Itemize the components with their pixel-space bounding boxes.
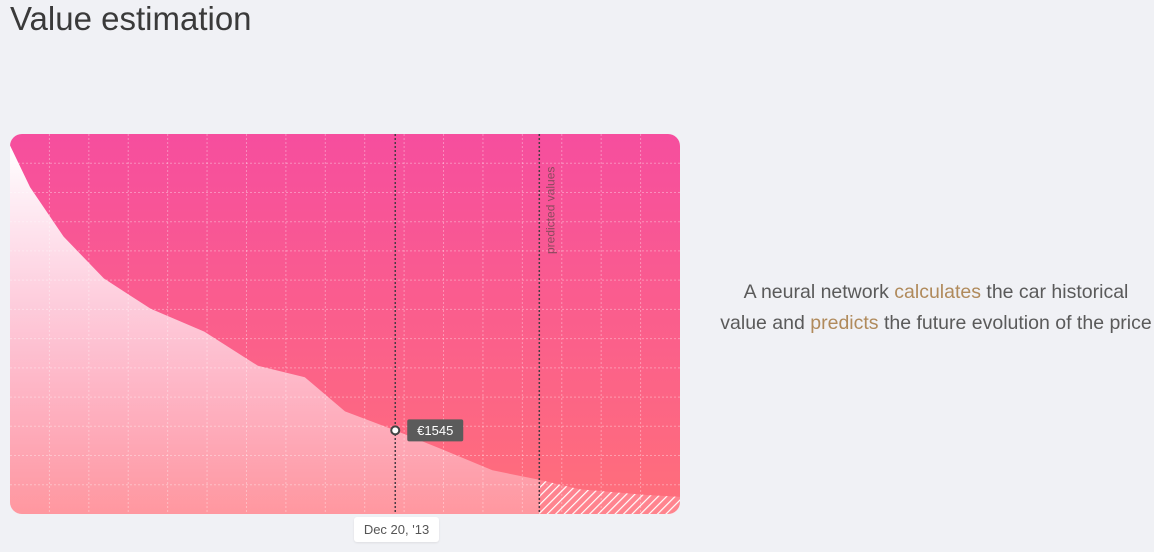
description-part3: the future evolution of the price [878, 312, 1152, 334]
predicted-values-label: predicted values [543, 167, 557, 254]
value-tooltip: €1545 [407, 419, 464, 442]
page-title: Value estimation [10, 0, 252, 37]
description-part1: A neural network [743, 281, 895, 303]
value-chart[interactable]: predicted values €1545 [10, 134, 680, 514]
value-tooltip-text: €1545 [417, 423, 453, 438]
description-text: A neural network calculates the car hist… [718, 277, 1154, 339]
selected-date-label: Dec 20, '13 [354, 517, 439, 542]
highlight-calculates: calculates [894, 281, 981, 303]
selected-point[interactable] [390, 425, 401, 436]
value-chart-svg: predicted values €1545 [10, 134, 680, 514]
highlight-predicts: predicts [810, 312, 879, 334]
